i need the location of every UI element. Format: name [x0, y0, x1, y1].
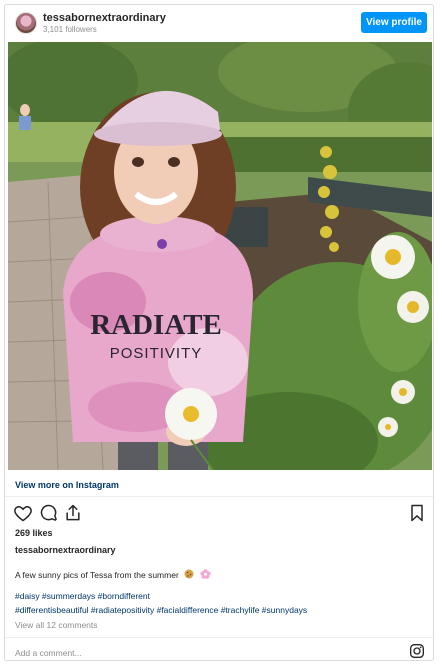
share-icon[interactable] [63, 503, 83, 523]
caption-body: A few sunny pics of Tessa from the summe… [15, 570, 179, 580]
caption-text: A few sunny pics of Tessa from the summe… [15, 569, 211, 581]
caption-username[interactable]: tessabornextraordinary [15, 545, 116, 555]
heart-icon[interactable] [13, 503, 33, 523]
view-all-comments-link[interactable]: View all 12 comments [15, 620, 98, 630]
post-header: tessabornextraordinary 3,101 followers V… [5, 5, 433, 42]
cookie-emoji-icon [184, 569, 194, 581]
header-username[interactable]: tessabornextraordinary [43, 12, 166, 24]
avatar[interactable] [15, 12, 37, 34]
hoodie-text-radiate: RADIATE [90, 309, 222, 341]
hashtags-line-2[interactable]: #differentisbeautiful #radiatepositivity… [15, 605, 307, 615]
hoodie-text-positivity: POSITIVITY [110, 345, 203, 362]
post-photo[interactable]: RADIATE POSITIVITY [8, 42, 432, 470]
divider [5, 637, 433, 638]
divider [5, 496, 433, 497]
view-profile-button[interactable]: View profile [361, 12, 427, 33]
view-more-on-instagram-link[interactable]: View more on Instagram [15, 480, 119, 490]
comment-icon[interactable] [39, 503, 59, 523]
instagram-embed-card: tessabornextraordinary 3,101 followers V… [4, 4, 434, 661]
instagram-logo-icon[interactable] [409, 643, 425, 659]
like-count[interactable]: 269 likes [15, 528, 53, 538]
flower-emoji-icon [199, 569, 211, 581]
add-comment-input[interactable]: Add a comment... [15, 648, 82, 658]
action-bar [5, 501, 433, 525]
bookmark-icon[interactable] [407, 503, 427, 523]
hashtags-line-1[interactable]: #daisy #summerdays #borndifferent [15, 591, 150, 601]
follower-count: 3,101 followers [43, 25, 97, 34]
